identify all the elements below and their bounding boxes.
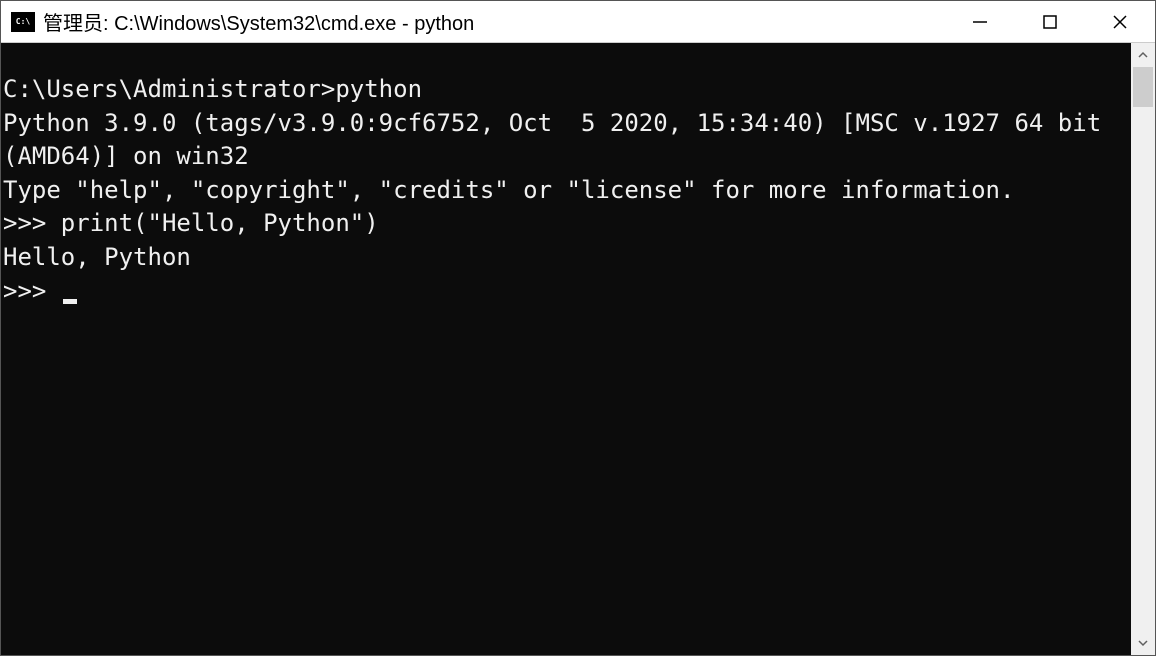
terminal-line: >>> print("Hello, Python") [3,207,1129,241]
terminal-line: Hello, Python [3,241,1129,275]
terminal-output[interactable]: C:\Users\Administrator>pythonPython 3.9.… [1,43,1131,655]
minimize-button[interactable] [945,1,1015,42]
scroll-down-arrow[interactable] [1131,631,1155,655]
vertical-scrollbar[interactable] [1131,43,1155,655]
window-title: 管理员: C:\Windows\System32\cmd.exe - pytho… [43,7,945,36]
app-icon-text: C:\ [16,17,30,26]
minimize-icon [971,13,989,31]
scroll-track[interactable] [1131,67,1155,631]
terminal-line: C:\Users\Administrator>python [3,73,1129,107]
terminal-line: Python 3.9.0 (tags/v3.9.0:9cf6752, Oct 5… [3,107,1129,174]
cmd-window: C:\ 管理员: C:\Windows\System32\cmd.exe - p… [0,0,1156,656]
terminal-line: Type "help", "copyright", "credits" or "… [3,174,1129,208]
chevron-down-icon [1137,637,1149,649]
titlebar[interactable]: C:\ 管理员: C:\Windows\System32\cmd.exe - p… [1,1,1155,43]
scroll-thumb[interactable] [1133,67,1153,107]
content-area: C:\Users\Administrator>pythonPython 3.9.… [1,43,1155,655]
close-button[interactable] [1085,1,1155,42]
maximize-button[interactable] [1015,1,1085,42]
terminal-line: >>> [3,275,1129,309]
maximize-icon [1041,13,1059,31]
scroll-up-arrow[interactable] [1131,43,1155,67]
chevron-up-icon [1137,49,1149,61]
close-icon [1111,13,1129,31]
terminal-cursor [63,299,77,304]
app-icon: C:\ [11,12,35,32]
window-controls [945,1,1155,42]
